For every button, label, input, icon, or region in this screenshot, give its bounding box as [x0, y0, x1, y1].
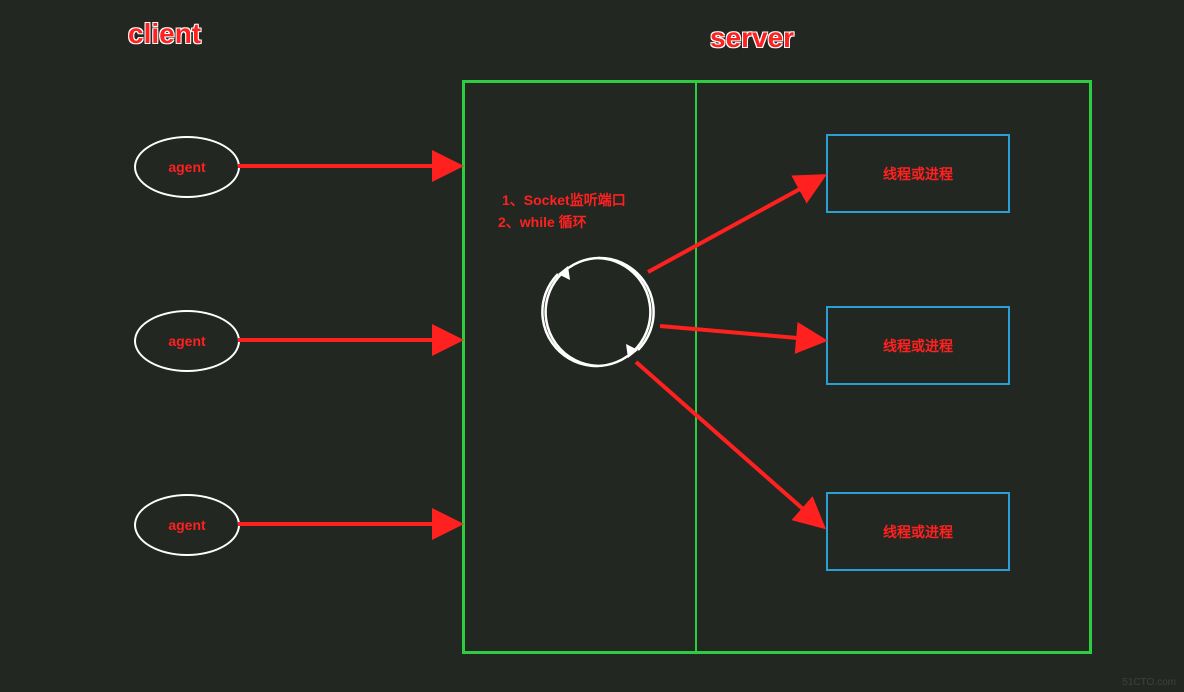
- agent-label: agent: [168, 333, 205, 349]
- note-text-1: 1、Socket监听端口: [502, 190, 626, 211]
- server-divider: [695, 83, 697, 651]
- thread-label: 线程或进程: [883, 164, 953, 184]
- agent-oval-1: agent: [134, 136, 240, 198]
- agent-label: agent: [168, 159, 205, 175]
- thread-label: 线程或进程: [883, 336, 953, 356]
- agent-label: agent: [168, 517, 205, 533]
- client-title: client: [128, 18, 201, 50]
- loop-circle: [538, 252, 658, 372]
- watermark: 51CTO.com: [1122, 677, 1176, 688]
- thread-box-2: 线程或进程: [826, 306, 1010, 385]
- server-title: server: [710, 22, 794, 54]
- note-text-2: 2、while 循环: [498, 212, 587, 233]
- thread-box-3: 线程或进程: [826, 492, 1010, 571]
- thread-label: 线程或进程: [883, 522, 953, 542]
- agent-oval-3: agent: [134, 494, 240, 556]
- thread-box-1: 线程或进程: [826, 134, 1010, 213]
- agent-oval-2: agent: [134, 310, 240, 372]
